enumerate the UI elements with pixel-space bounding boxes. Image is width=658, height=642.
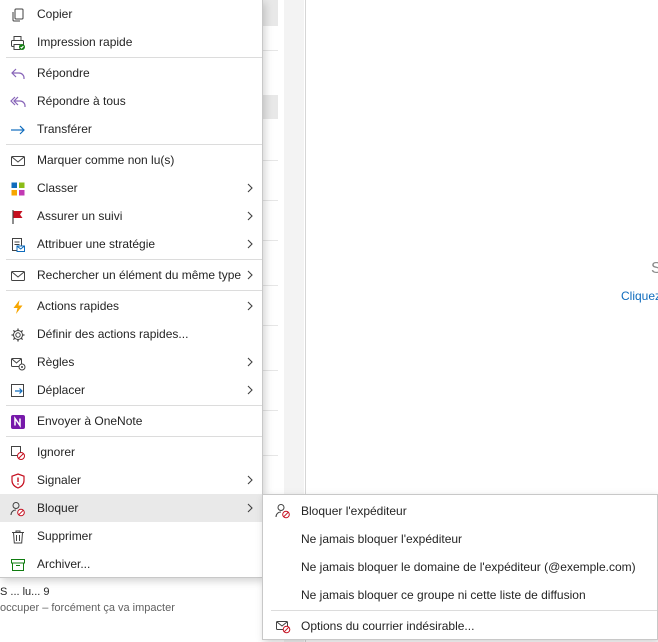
menu-item-reply[interactable]: Répondre (0, 59, 262, 87)
block-sender-icon (275, 503, 292, 520)
report-shield-icon (9, 472, 26, 489)
forward-icon (9, 121, 26, 138)
menu-item-ignore[interactable]: Ignorer (0, 438, 262, 466)
block-person-icon (9, 500, 26, 517)
menu-item-label: Déplacer (37, 383, 86, 397)
menu-separator (6, 290, 262, 291)
submenu-item-never-block-sender[interactable]: Ne jamais bloquer l'expéditeur (263, 525, 657, 553)
quick-print-icon (9, 34, 26, 51)
reply-all-icon (9, 93, 26, 110)
menu-item-assign-policy[interactable]: Attribuer une stratégie (0, 230, 262, 258)
menu-item-set-quick-actions[interactable]: Définir des actions rapides... (0, 320, 262, 348)
menu-item-mark-unread[interactable]: Marquer comme non lu(s) (0, 146, 262, 174)
copy-icon (9, 6, 26, 23)
submenu-separator (271, 610, 657, 611)
menu-separator (6, 259, 262, 260)
menu-item-label: Actions rapides (37, 299, 120, 313)
chevron-right-icon (247, 270, 253, 280)
menu-item-send-to-onenote[interactable]: Envoyer à OneNote (0, 407, 262, 435)
menu-item-quick-actions[interactable]: Actions rapides (0, 292, 262, 320)
submenu-item-junk-options[interactable]: Options du courrier indésirable... (263, 612, 657, 640)
menu-item-block[interactable]: Bloquer (0, 494, 262, 522)
submenu-item-never-block-domain[interactable]: Ne jamais bloquer le domaine de l'expédi… (263, 553, 657, 581)
find-related-icon (9, 267, 26, 284)
policy-icon (9, 236, 26, 253)
menu-separator (6, 57, 262, 58)
reading-pane-title: S (651, 260, 658, 277)
submenu-item-label: Ne jamais bloquer le domaine de l'expédi… (301, 560, 636, 574)
menu-item-label: Ignorer (37, 445, 76, 459)
menu-item-label: Classer (37, 181, 78, 195)
menu-item-copy[interactable]: Copier (0, 0, 262, 28)
menu-item-quick-print[interactable]: Impression rapide (0, 28, 262, 56)
menu-item-label: Règles (37, 355, 75, 369)
chevron-right-icon (247, 301, 253, 311)
menu-item-follow-up[interactable]: Assurer un suivi (0, 202, 262, 230)
menu-item-categorize[interactable]: Classer (0, 174, 262, 202)
context-menu: Copier Impression rapide Répondre Répond… (0, 0, 263, 578)
menu-item-report[interactable]: Signaler (0, 466, 262, 494)
menu-item-label: Signaler (37, 473, 82, 487)
menu-item-label: Envoyer à OneNote (37, 414, 143, 428)
submenu-item-label: Ne jamais bloquer ce groupe ni cette lis… (301, 588, 586, 602)
menu-item-label: Répondre à tous (37, 94, 126, 108)
move-icon (9, 382, 26, 399)
archive-icon (9, 556, 26, 573)
menu-item-label: Attribuer une stratégie (37, 237, 156, 251)
menu-item-rules[interactable]: Règles (0, 348, 262, 376)
menu-item-label: Répondre (37, 66, 90, 80)
menu-item-label: Impression rapide (37, 35, 133, 49)
settings-gear-icon (9, 326, 26, 343)
menu-item-label: Marquer comme non lu(s) (37, 153, 175, 167)
menu-separator (6, 144, 262, 145)
menu-item-label: Archiver... (37, 557, 91, 571)
menu-item-forward[interactable]: Transférer (0, 115, 262, 143)
menu-item-label: Assurer un suivi (37, 209, 123, 223)
submenu-item-label: Bloquer l'expéditeur (301, 504, 407, 518)
rules-icon (9, 354, 26, 371)
onenote-icon (9, 413, 26, 430)
menu-item-label: Transférer (37, 122, 92, 136)
delete-icon (9, 528, 26, 545)
menu-item-move[interactable]: Déplacer (0, 376, 262, 404)
menu-separator (6, 405, 262, 406)
lightning-icon (9, 298, 26, 315)
menu-item-label: Supprimer (37, 529, 93, 543)
menu-item-reply-all[interactable]: Répondre à tous (0, 87, 262, 115)
chevron-right-icon (247, 385, 253, 395)
menu-item-archive[interactable]: Archiver... (0, 550, 262, 578)
junk-options-icon (275, 618, 292, 635)
submenu-item-label: Ne jamais bloquer l'expéditeur (301, 532, 463, 546)
categorize-icon (9, 180, 26, 197)
chevron-right-icon (247, 475, 253, 485)
chevron-right-icon (247, 183, 253, 193)
submenu-item-never-block-group[interactable]: Ne jamais bloquer ce groupe ni cette lis… (263, 581, 657, 609)
flag-icon (9, 208, 26, 225)
submenu-item-label: Options du courrier indésirable... (301, 619, 475, 633)
chevron-right-icon (247, 357, 253, 367)
submenu-item-block-sender[interactable]: Bloquer l'expéditeur (263, 497, 657, 525)
message-preview-line1: S ... lu... 9 (0, 586, 50, 598)
reading-pane-link[interactable]: Cliquez (621, 289, 658, 303)
menu-item-delete[interactable]: Supprimer (0, 522, 262, 550)
mark-unread-icon (9, 152, 26, 169)
block-submenu: Bloquer l'expéditeur Ne jamais bloquer l… (262, 494, 658, 640)
menu-item-label: Rechercher un élément du même type (37, 268, 242, 282)
ignore-icon (9, 444, 26, 461)
menu-separator (6, 436, 262, 437)
reply-icon (9, 65, 26, 82)
chevron-right-icon (247, 211, 253, 221)
menu-item-label: Copier (37, 7, 73, 21)
menu-item-label: Définir des actions rapides... (37, 327, 189, 341)
chevron-right-icon (247, 503, 253, 513)
menu-item-find-related[interactable]: Rechercher un élément du même type (0, 261, 262, 289)
menu-item-label: Bloquer (37, 501, 79, 515)
message-preview-line2: occuper – forcément ça va impacter (0, 602, 175, 614)
chevron-right-icon (247, 239, 253, 249)
